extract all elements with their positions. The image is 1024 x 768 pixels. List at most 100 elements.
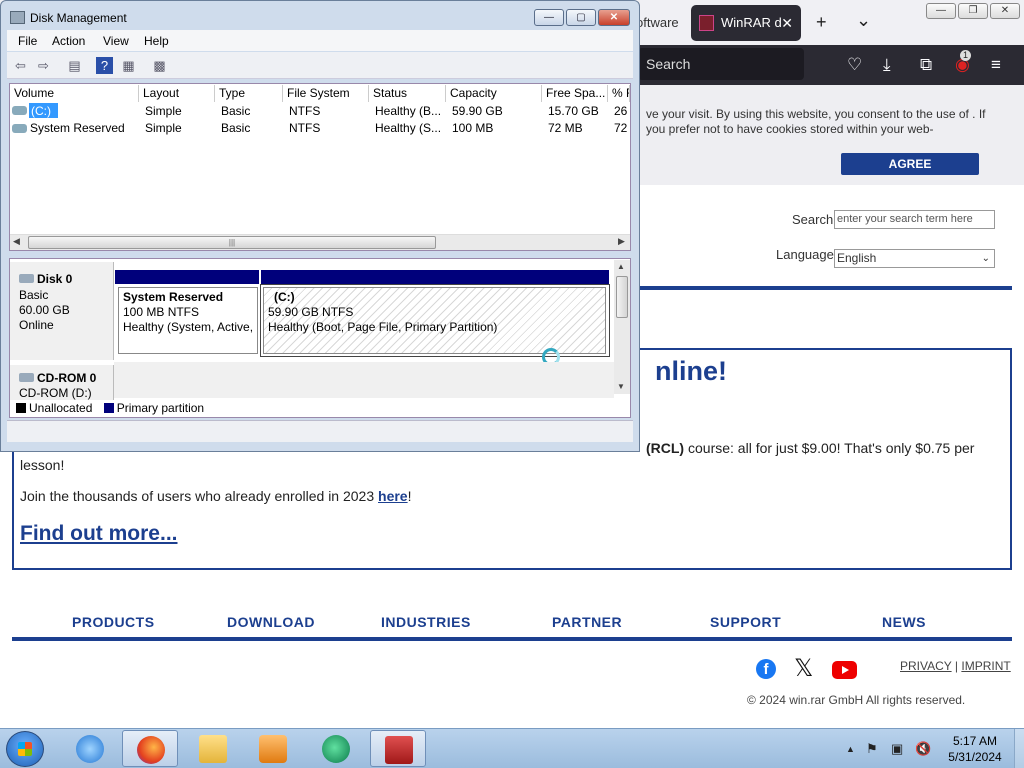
cdrom-area xyxy=(114,362,614,398)
table-cell: Healthy (B... xyxy=(375,104,442,118)
menu-file[interactable]: File xyxy=(18,34,37,48)
agree-button[interactable]: AGREE xyxy=(841,153,979,175)
back-arrow-icon[interactable]: ⇦ xyxy=(12,57,29,74)
menu-hamburger-icon[interactable]: ≡ xyxy=(991,55,1001,75)
privacy-link[interactable]: PRIVACY xyxy=(900,659,952,673)
col-percent-free[interactable]: % F xyxy=(608,85,630,102)
taskbar-disk-management[interactable] xyxy=(370,730,426,767)
folder-icon xyxy=(199,735,227,763)
scroll-down-icon[interactable]: ▼ xyxy=(617,382,625,391)
nav-news[interactable]: NEWS xyxy=(882,614,926,630)
network-icon[interactable]: ▣ xyxy=(891,741,903,757)
nav-download[interactable]: DOWNLOAD xyxy=(227,614,315,630)
taskbar-media-player[interactable] xyxy=(245,730,301,767)
col-status[interactable]: Status xyxy=(369,85,446,102)
col-capacity[interactable]: Capacity xyxy=(446,85,542,102)
scrollbar-thumb[interactable] xyxy=(616,276,628,318)
clock[interactable]: 5:17 AM 5/31/2024 xyxy=(940,733,1010,765)
table-cell: Healthy (S... xyxy=(375,121,442,135)
col-layout[interactable]: Layout xyxy=(139,85,215,102)
partition-system-reserved[interactable]: System Reserved 100 MB NTFS Healthy (Sys… xyxy=(118,287,258,354)
browser-close-button[interactable]: ✕ xyxy=(990,3,1020,19)
internet-explorer-icon xyxy=(76,735,104,763)
taskbar-internet-explorer[interactable] xyxy=(62,730,118,767)
col-free-space[interactable]: Free Spa... xyxy=(542,85,608,102)
close-button[interactable]: ✕ xyxy=(598,9,630,26)
show-desktop-button[interactable] xyxy=(1014,729,1024,768)
browser-restore-button[interactable]: ❐ xyxy=(958,3,988,19)
downloads-icon[interactable]: ⤓ xyxy=(883,55,891,75)
table-cell-volume-selected[interactable]: (C:) xyxy=(29,103,58,118)
tray-expand-icon[interactable]: ▲ xyxy=(846,744,855,754)
col-file-system[interactable]: File System xyxy=(283,85,369,102)
language-select[interactable]: English ⌄ xyxy=(834,249,995,268)
legend-primary: Primary partition xyxy=(116,401,205,415)
properties-icon[interactable]: ▦ xyxy=(120,57,137,74)
facebook-icon[interactable]: f xyxy=(756,659,776,679)
menu-view[interactable]: View xyxy=(103,34,129,48)
nav-partner[interactable]: PARTNER xyxy=(552,614,622,630)
settings-icon[interactable]: ▩ xyxy=(151,57,168,74)
volume-muted-icon[interactable]: 🔇 xyxy=(915,741,931,757)
col-type[interactable]: Type xyxy=(215,85,283,102)
promo-paragraph-2: Join the thousands of users who already … xyxy=(20,488,411,504)
youtube-icon[interactable] xyxy=(832,661,857,679)
col-volume[interactable]: Volume xyxy=(10,85,139,102)
browser-search-input[interactable]: Search xyxy=(638,48,804,80)
browser-minimize-button[interactable]: — xyxy=(926,3,956,19)
legend-swatch-unallocated xyxy=(16,403,26,413)
partition-name: (C:) xyxy=(274,290,295,304)
cdrom-name: CD-ROM 0 xyxy=(37,371,97,385)
list-tabs-icon[interactable]: ⌄ xyxy=(856,10,871,30)
partition-size: 100 MB NTFS xyxy=(123,305,200,319)
nav-industries[interactable]: INDUSTRIES xyxy=(381,614,471,630)
taskbar-firefox[interactable] xyxy=(122,730,178,767)
forward-arrow-icon[interactable]: ⇨ xyxy=(35,57,52,74)
tab-close-icon[interactable]: ✕ xyxy=(781,5,793,41)
browser-tab-inactive[interactable]: oftware xyxy=(636,8,688,38)
nav-support[interactable]: SUPPORT xyxy=(710,614,781,630)
show-hide-console-icon[interactable]: ▤ xyxy=(66,57,83,74)
promo-paragraph-1: (RCL) course: all for just $9.00! That's… xyxy=(646,440,974,456)
vertical-scrollbar[interactable]: ▲ ▼ xyxy=(614,260,630,394)
new-tab-button[interactable]: + xyxy=(816,12,827,32)
disk-0-type: Basic xyxy=(19,288,49,302)
pocket-icon[interactable]: ♡ xyxy=(847,55,862,75)
taskbar-app-green[interactable] xyxy=(308,730,364,767)
header-divider xyxy=(640,286,1012,290)
footer-links: PRIVACY | IMPRINT xyxy=(900,659,1011,673)
scroll-right-icon[interactable]: ▶ xyxy=(618,236,625,247)
menu-bar xyxy=(7,30,633,51)
promo-price-text: course: all for just $9.00! That's only … xyxy=(684,440,975,456)
table-cell-volume[interactable]: System Reserved xyxy=(30,120,125,136)
promo-title: nline! xyxy=(655,356,727,386)
browser-tab-active[interactable]: WinRAR d ✕ xyxy=(691,5,801,41)
partition-c[interactable]: (C:) 59.90 GB NTFS Healthy (Boot, Page F… xyxy=(263,287,606,354)
partition-status: Healthy (System, Active, xyxy=(123,320,253,334)
menu-action[interactable]: Action xyxy=(52,34,85,48)
imprint-link[interactable]: IMPRINT xyxy=(961,659,1010,673)
help-icon[interactable]: ? xyxy=(96,57,113,74)
site-search-input[interactable]: enter your search term here xyxy=(834,210,995,229)
scroll-up-icon[interactable]: ▲ xyxy=(617,262,625,271)
partition-bar-c xyxy=(261,270,609,284)
nav-products[interactable]: PRODUCTS xyxy=(72,614,155,630)
start-button[interactable] xyxy=(6,731,44,767)
find-out-more-link[interactable]: Find out more... xyxy=(20,522,178,546)
scroll-left-icon[interactable]: ◀ xyxy=(13,236,20,247)
menu-help[interactable]: Help xyxy=(144,34,169,48)
enroll-here-link[interactable]: here xyxy=(378,488,408,504)
maximize-button[interactable]: ▢ xyxy=(566,9,596,26)
drive-icon xyxy=(12,106,27,115)
table-cell: Simple xyxy=(145,121,182,135)
x-twitter-icon[interactable]: 𝕏 xyxy=(794,655,813,683)
taskbar-file-explorer[interactable] xyxy=(185,730,241,767)
minimize-button[interactable]: — xyxy=(534,9,564,26)
footer-separator: | xyxy=(951,659,962,673)
action-center-flag-icon[interactable]: ⚑ xyxy=(866,741,878,757)
cookie-text: ve your visit. By using this website, yo… xyxy=(646,107,986,136)
partition-size: 59.90 GB NTFS xyxy=(268,305,354,319)
scrollbar-thumb[interactable]: ||| xyxy=(28,236,436,249)
extensions-icon[interactable]: ⧉ xyxy=(920,55,932,75)
language-label: Language xyxy=(776,247,834,262)
